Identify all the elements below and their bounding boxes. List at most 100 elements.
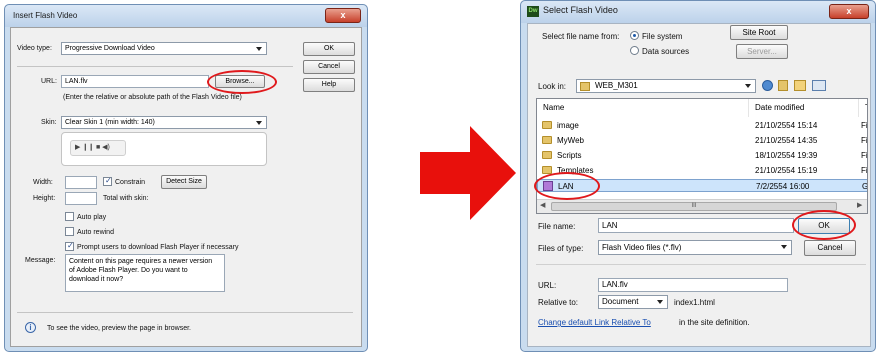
look-in-value: WEB_M301: [595, 81, 638, 90]
height-label: Height:: [33, 195, 56, 202]
file-type: Fi: [861, 151, 868, 160]
relative-to-select[interactable]: Document: [598, 295, 668, 309]
column-date-modified[interactable]: Date modified: [749, 99, 859, 117]
skin-preview: ▶ ❙❙ ■ ◀): [61, 132, 267, 166]
file-name: MyWeb: [557, 136, 584, 145]
look-in-select[interactable]: WEB_M301: [576, 79, 756, 93]
data-sources-radio[interactable]: [630, 46, 639, 55]
column-name[interactable]: Name: [537, 99, 749, 117]
file-type: Fi: [861, 136, 868, 145]
auto-play-label: Auto play: [77, 214, 107, 221]
scroll-thumb[interactable]: III: [551, 202, 837, 211]
site-root-button[interactable]: Site Root: [730, 25, 788, 40]
highlight-circle: [534, 172, 600, 200]
dialog-body: Select file name from: File system Data …: [527, 23, 871, 347]
folder-icon: [542, 121, 552, 129]
divider: [536, 264, 866, 265]
height-input[interactable]: [65, 192, 97, 205]
scroll-right-icon[interactable]: ▶: [857, 201, 862, 209]
help-button[interactable]: Help: [303, 78, 355, 92]
info-icon: i: [25, 322, 36, 333]
url-hint: (Enter the relative or absolute path of …: [63, 94, 242, 101]
new-folder-icon[interactable]: [794, 80, 806, 91]
file-date: 21/10/2554 14:35: [755, 136, 818, 145]
width-input[interactable]: [65, 176, 97, 189]
relative-to-value: Document: [602, 297, 639, 306]
highlight-circle: [792, 210, 856, 240]
file-type: Fi: [861, 121, 868, 130]
dialog-title: Insert Flash Video: [13, 11, 78, 20]
files-of-type-value: Flash Video files (*.flv): [602, 243, 682, 252]
file-name: image: [557, 121, 579, 130]
url-label: URL:: [538, 281, 557, 290]
up-folder-icon[interactable]: [778, 80, 788, 91]
relative-file-label: index1.html: [674, 298, 715, 307]
message-label: Message:: [25, 257, 56, 264]
look-in-label: Look in:: [538, 82, 567, 91]
ok-button[interactable]: OK: [303, 42, 355, 56]
file-name-input[interactable]: LAN: [598, 218, 794, 233]
constrain-checkbox[interactable]: [103, 176, 112, 186]
view-menu-icon[interactable]: [812, 80, 826, 91]
files-of-type-label: Files of type:: [538, 244, 584, 253]
auto-rewind-checkbox[interactable]: [65, 227, 74, 236]
highlight-circle: [207, 70, 277, 94]
back-icon[interactable]: [762, 80, 773, 91]
select-from-label: Select file name from:: [542, 32, 620, 41]
close-button[interactable]: x: [325, 8, 361, 23]
chevron-down-icon: [657, 300, 663, 304]
column-type[interactable]: Ty: [859, 99, 867, 117]
chevron-down-icon: [256, 47, 262, 51]
auto-rewind-label: Auto rewind: [77, 229, 114, 236]
constrain-label: Constrain: [115, 179, 145, 186]
video-type-label: Video type:: [17, 45, 52, 52]
list-item[interactable]: Scripts 18/10/2554 19:39 Fi: [537, 149, 868, 162]
player-controls: ▶ ❙❙ ■ ◀): [70, 140, 126, 156]
server-button[interactable]: Server...: [736, 44, 788, 59]
folder-icon: [542, 136, 552, 144]
cancel-button[interactable]: Cancel: [804, 240, 856, 256]
data-sources-label: Data sources: [642, 47, 690, 56]
dialog-title: Select Flash Video: [543, 5, 618, 15]
detect-size-button[interactable]: Detect Size: [161, 175, 207, 189]
cancel-button[interactable]: Cancel: [303, 60, 355, 74]
dialog-body: Video type: Progressive Download Video O…: [10, 27, 362, 347]
files-of-type-select[interactable]: Flash Video files (*.flv): [598, 240, 792, 255]
width-label: Width:: [33, 179, 53, 186]
skin-select[interactable]: Clear Skin 1 (min width: 140): [61, 116, 267, 129]
file-name: Scripts: [557, 151, 582, 160]
close-button[interactable]: x: [829, 4, 869, 19]
total-with-skin-label: Total with skin:: [103, 195, 149, 202]
folder-icon: [542, 151, 552, 159]
folder-icon: [580, 82, 590, 91]
chevron-down-icon: [256, 121, 262, 125]
file-system-label: File system: [642, 32, 683, 41]
select-flash-video-dialog: Dw Select Flash Video x Select file name…: [520, 0, 876, 352]
file-date: 18/10/2554 19:39: [755, 151, 818, 160]
chevron-down-icon: [745, 84, 751, 88]
video-type-select[interactable]: Progressive Download Video: [61, 42, 267, 55]
list-item[interactable]: image 21/10/2554 15:14 Fi: [537, 119, 868, 132]
file-date: 21/10/2554 15:19: [755, 166, 818, 175]
relative-to-label: Relative to:: [538, 298, 579, 307]
red-arrow-icon: [420, 126, 516, 220]
skin-label: Skin:: [41, 119, 57, 126]
app-badge: Dw: [527, 6, 539, 17]
file-name-label: File name:: [538, 222, 576, 231]
file-system-radio[interactable]: [630, 31, 639, 40]
file-date: 7/2/2554 16:00: [756, 182, 810, 191]
link-suffix-text: in the site definition.: [679, 318, 750, 327]
insert-flash-video-dialog: Insert Flash Video x Video type: Progres…: [4, 4, 368, 352]
message-textarea[interactable]: Content on this page requires a newer ve…: [65, 254, 225, 292]
video-type-value: Progressive Download Video: [65, 45, 155, 52]
auto-play-checkbox[interactable]: [65, 212, 74, 221]
file-type: Fi: [861, 166, 868, 175]
scroll-left-icon[interactable]: ◀: [540, 201, 545, 209]
change-link-relative-link[interactable]: Change default Link Relative To: [538, 318, 651, 327]
title-bar: Insert Flash Video x: [5, 5, 367, 27]
url-input[interactable]: LAN.flv: [598, 278, 788, 292]
url-input[interactable]: LAN.flv: [61, 75, 209, 88]
list-item[interactable]: MyWeb 21/10/2554 14:35 Fi: [537, 134, 868, 147]
prompt-label: Prompt users to download Flash Player if…: [77, 244, 239, 251]
prompt-checkbox[interactable]: [65, 241, 74, 251]
